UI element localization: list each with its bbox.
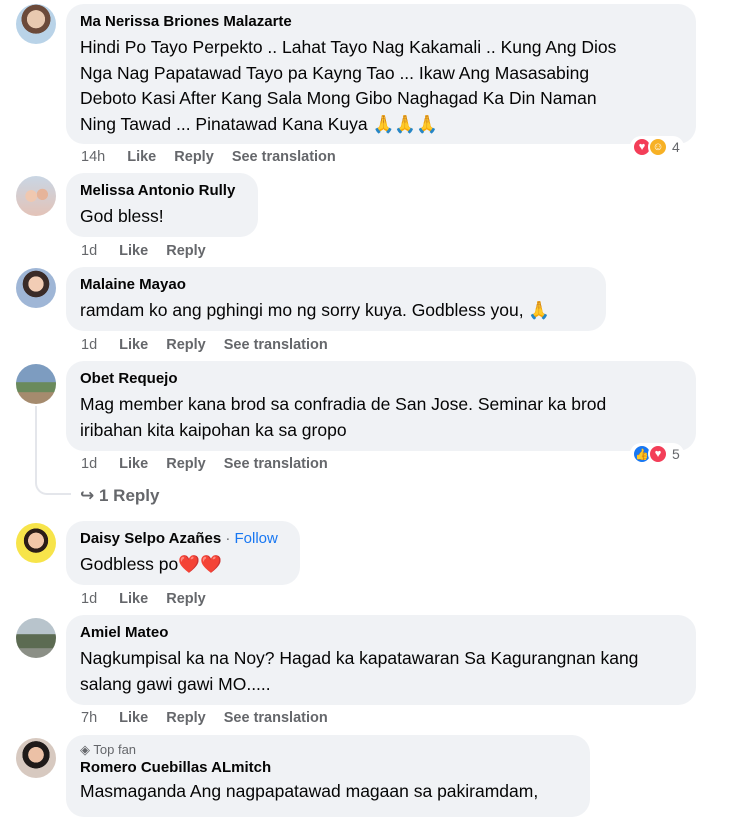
see-translation-button[interactable]: See translation: [224, 456, 328, 472]
reply-button[interactable]: Reply: [166, 591, 206, 607]
comment-bubble: Obet Requejo Mag member kana brod sa con…: [66, 361, 696, 451]
avatar[interactable]: [16, 523, 56, 563]
like-button[interactable]: Like: [119, 456, 148, 472]
comment-text: Nagkumpisal ka na Noy? Hagad ka kapatawa…: [80, 648, 639, 694]
comment-time[interactable]: 14h: [81, 149, 105, 165]
care-icon: ☺: [648, 137, 668, 157]
thread-connector: [35, 481, 71, 495]
comment-text: Godbless po❤️❤️: [80, 554, 222, 574]
thread-line: [35, 406, 37, 482]
see-translation-button[interactable]: See translation: [224, 710, 328, 726]
comment-author[interactable]: Malaine Mayao: [80, 275, 592, 295]
avatar[interactable]: [16, 176, 56, 216]
reply-button[interactable]: Reply: [174, 149, 214, 165]
comment-bubble: ◈ Top fan Romero Cuebillas ALmitch Masma…: [66, 735, 590, 817]
comment-actions: 7h Like Reply See translation: [81, 709, 342, 727]
comment-actions: 1d Like Reply See translation: [81, 336, 342, 354]
reaction-count: 4: [672, 139, 680, 155]
comment-author[interactable]: Romero Cuebillas ALmitch: [80, 758, 576, 778]
reaction-summary[interactable]: ♥ ☺ 4: [630, 136, 684, 158]
comment-actions: 1d Like Reply: [81, 590, 220, 608]
reaction-summary[interactable]: 👍 ♥ 5: [630, 443, 684, 465]
reply-button[interactable]: Reply: [166, 337, 206, 353]
comment-time[interactable]: 7h: [81, 710, 97, 726]
comment-bubble: Ma Nerissa Briones Malazarte Hindi Po Ta…: [66, 4, 696, 144]
comment-text: ramdam ko ang pghingi mo ng sorry kuya. …: [80, 300, 551, 320]
like-button[interactable]: Like: [119, 591, 148, 607]
comment-text: Masmaganda Ang nagpapatawad magaan sa pa…: [80, 781, 539, 801]
follow-button[interactable]: Follow: [235, 530, 278, 547]
top-fan-badge: ◈ Top fan: [80, 742, 137, 757]
comment-time[interactable]: 1d: [81, 243, 97, 259]
like-button[interactable]: Like: [119, 337, 148, 353]
comment-author[interactable]: Amiel Mateo: [80, 623, 682, 643]
avatar[interactable]: [16, 618, 56, 658]
comment-author[interactable]: Melissa Antonio Rully: [80, 181, 244, 201]
avatar[interactable]: [16, 364, 56, 404]
comment-actions: 14h Like Reply See translation: [81, 148, 350, 166]
comment-bubble: Melissa Antonio Rully God bless!: [66, 173, 258, 237]
comment-text: Hindi Po Tayo Perpekto .. Lahat Tayo Nag…: [80, 37, 617, 134]
comment-text: God bless!: [80, 206, 164, 226]
diamond-icon: ◈: [80, 742, 90, 757]
separator-dot: ·: [221, 530, 235, 547]
comment-bubble: Malaine Mayao ramdam ko ang pghingi mo n…: [66, 267, 606, 331]
comment-time[interactable]: 1d: [81, 591, 97, 607]
reply-button[interactable]: Reply: [166, 243, 206, 259]
comment-time[interactable]: 1d: [81, 456, 97, 472]
reply-button[interactable]: Reply: [166, 710, 206, 726]
see-translation-button[interactable]: See translation: [232, 149, 336, 165]
reply-arrow-icon: ↪: [80, 486, 95, 505]
comment-bubble: Daisy Selpo Azañes · Follow Godbless po❤…: [66, 521, 300, 585]
like-button[interactable]: Like: [119, 243, 148, 259]
reply-button[interactable]: Reply: [166, 456, 206, 472]
comment-author[interactable]: Ma Nerissa Briones Malazarte: [80, 12, 682, 32]
avatar[interactable]: [16, 4, 56, 44]
comment-author[interactable]: Obet Requejo: [80, 369, 682, 389]
comment-actions: 1d Like Reply: [81, 242, 220, 260]
love-icon: ♥: [648, 444, 668, 464]
avatar[interactable]: [16, 738, 56, 778]
comment-time[interactable]: 1d: [81, 337, 97, 353]
reaction-count: 5: [672, 446, 680, 462]
comment-actions: 1d Like Reply See translation: [81, 455, 342, 473]
avatar[interactable]: [16, 268, 56, 308]
like-button[interactable]: Like: [119, 710, 148, 726]
view-replies-button[interactable]: ↪ 1 Reply: [80, 486, 159, 506]
comment-text: Mag member kana brod sa confradia de San…: [80, 394, 607, 440]
comment-bubble: Amiel Mateo Nagkumpisal ka na Noy? Hagad…: [66, 615, 696, 705]
like-button[interactable]: Like: [127, 149, 156, 165]
see-translation-button[interactable]: See translation: [224, 337, 328, 353]
comment-author[interactable]: Daisy Selpo Azañes · Follow: [80, 529, 286, 549]
